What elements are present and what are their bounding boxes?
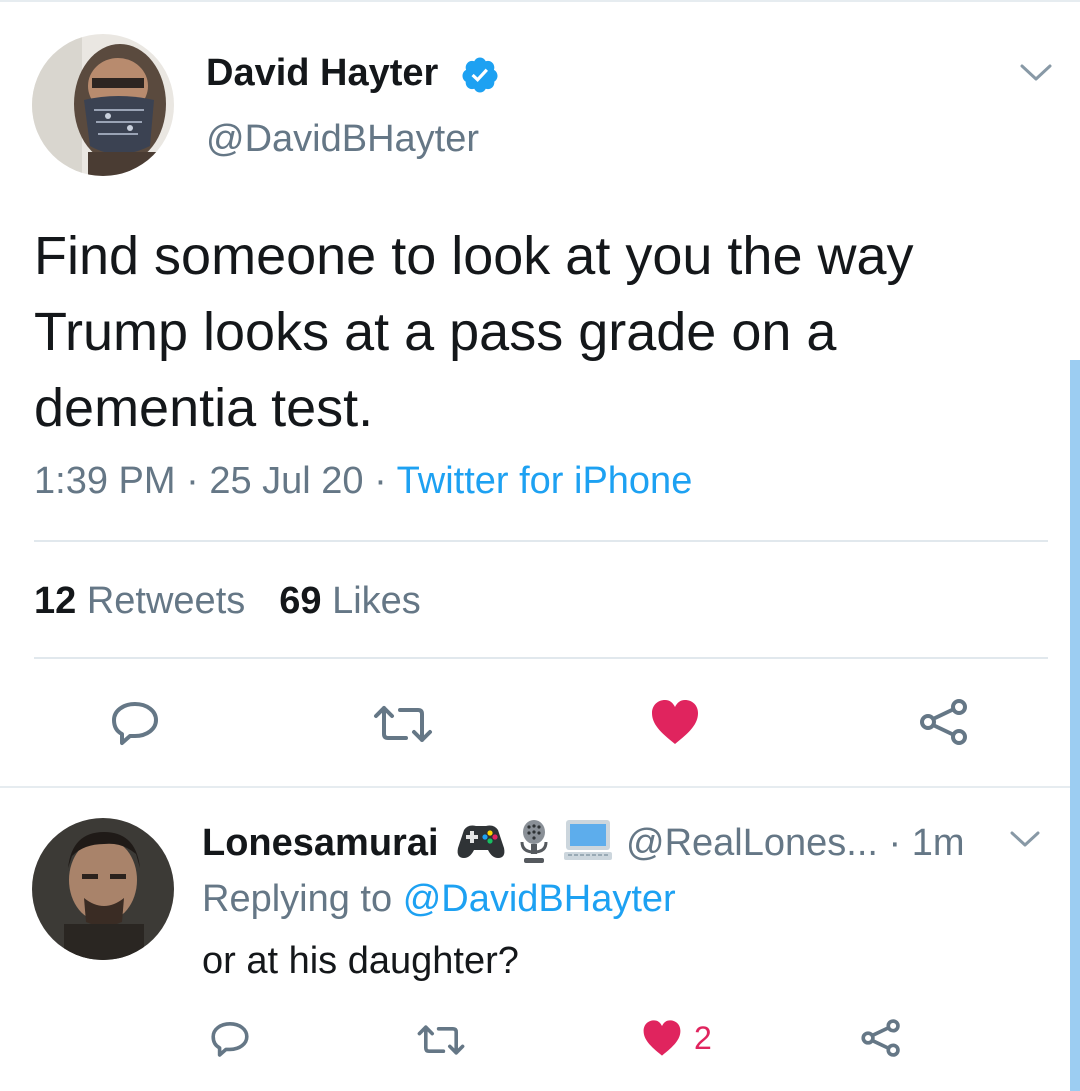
- retweet-icon: [417, 1025, 465, 1055]
- retweets-stat[interactable]: 12 Retweets: [34, 580, 245, 622]
- verified-badge-icon: [462, 57, 498, 93]
- tweet-date: 25 Jul 20: [209, 460, 364, 502]
- reply-text: or at his daughter?: [202, 940, 519, 982]
- reply-share-button[interactable]: [860, 1018, 902, 1058]
- author-name[interactable]: David Hayter: [206, 52, 438, 95]
- name-emojis: [456, 818, 614, 866]
- share-icon: [861, 1019, 900, 1057]
- divider: [0, 786, 1080, 788]
- reply-like-count: 2: [694, 1019, 712, 1056]
- share-button[interactable]: [918, 698, 970, 746]
- tweet-meta: 1:39 PM · 25 Jul 20 · Twitter for iPhone: [34, 460, 692, 503]
- meta-separator: ·: [175, 460, 210, 502]
- replying-prefix: Replying to: [202, 878, 393, 920]
- reply-reply-button[interactable]: [210, 1020, 250, 1058]
- reply-time: 1m: [911, 822, 965, 864]
- tweet-time: 1:39 PM: [34, 460, 176, 502]
- chevron-down-icon[interactable]: [1018, 60, 1054, 84]
- likes-label: Likes: [332, 580, 421, 622]
- likes-stat[interactable]: 69 Likes: [279, 580, 421, 622]
- retweets-count: 12: [34, 580, 77, 622]
- reply-retweet-button[interactable]: [416, 1024, 466, 1056]
- tweet-text: Find someone to look at you the way Trum…: [34, 226, 914, 438]
- tweet-source-link[interactable]: Twitter for iPhone: [397, 460, 693, 502]
- retweet-icon: [374, 706, 432, 742]
- reply-author-avatar[interactable]: [32, 818, 174, 960]
- replying-mention-link[interactable]: @DavidBHayter: [403, 878, 676, 920]
- reply-icon: [211, 1022, 249, 1057]
- heart-filled-icon: [652, 700, 698, 744]
- author-handle[interactable]: @DavidBHayter: [206, 118, 479, 161]
- game-controller-icon: [457, 825, 505, 858]
- computer-icon: [564, 820, 612, 860]
- like-button[interactable]: [650, 698, 700, 746]
- replying-to: Replying to @DavidBHayter: [202, 878, 676, 921]
- meta-separator: ·: [877, 822, 912, 864]
- reply-author-handle: @RealLones... · 1m: [626, 822, 965, 865]
- divider: [34, 657, 1048, 659]
- scrollbar[interactable]: [1070, 360, 1080, 1091]
- heart-filled-icon: [643, 1020, 681, 1056]
- reply-like-button[interactable]: 2: [642, 1018, 712, 1058]
- reply-author-name[interactable]: Lonesamurai: [202, 822, 439, 865]
- top-border: [0, 0, 1080, 2]
- reply-button[interactable]: [110, 700, 160, 746]
- microphone-icon: [520, 820, 548, 863]
- retweets-label: Retweets: [86, 580, 246, 622]
- reply-handle-text[interactable]: @RealLones...: [626, 822, 878, 864]
- divider: [34, 540, 1048, 542]
- chevron-down-icon[interactable]: [1008, 828, 1042, 850]
- tweet-stats: 12 Retweets 69 Likes: [34, 580, 421, 623]
- retweet-button[interactable]: [372, 704, 434, 744]
- meta-separator: ·: [363, 460, 397, 502]
- likes-count: 69: [279, 580, 322, 622]
- author-avatar[interactable]: [32, 34, 174, 176]
- reply-icon: [112, 702, 158, 745]
- share-icon: [920, 699, 967, 745]
